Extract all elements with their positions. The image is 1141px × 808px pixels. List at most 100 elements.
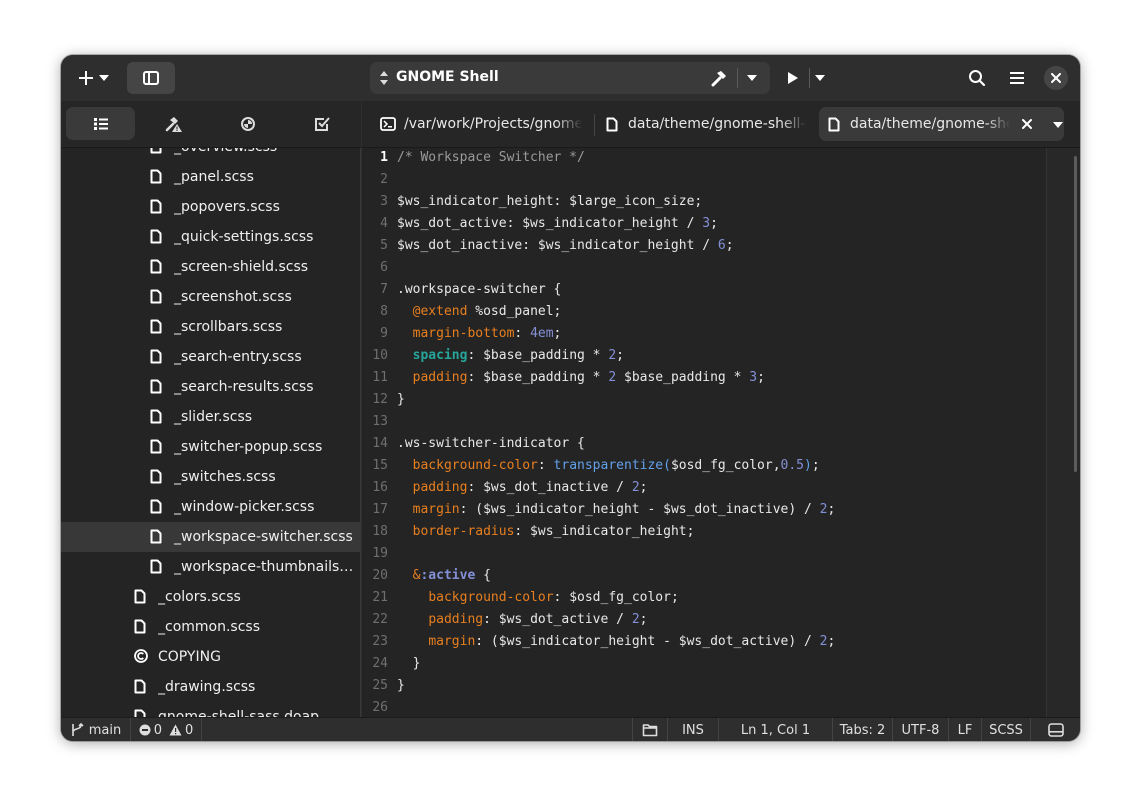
- git-branch-button[interactable]: main: [61, 718, 131, 741]
- toggle-panel-button[interactable]: [1031, 718, 1080, 741]
- tab-common-scss[interactable]: data/theme/gnome-shell-sass/_common.scss: [597, 107, 807, 141]
- code-token: : $ws_dot_inactive /: [467, 480, 632, 495]
- tree-item[interactable]: _colors.scss: [61, 582, 361, 612]
- tree-item[interactable]: _overview.scss: [61, 148, 361, 162]
- tree-item[interactable]: _quick-settings.scss: [61, 222, 361, 252]
- new-document-menu-button[interactable]: [69, 62, 119, 94]
- search-button[interactable]: [961, 62, 993, 94]
- file-icon: [150, 379, 164, 395]
- sidebar-tab-project-tree[interactable]: [66, 107, 135, 140]
- run-button[interactable]: [778, 62, 808, 94]
- toggle-sidebar-button[interactable]: [127, 62, 175, 94]
- chevron-down-icon: [814, 74, 826, 82]
- code-token: margin-bottom: [412, 326, 515, 341]
- sidebar-tab-todo[interactable]: [287, 107, 356, 140]
- code-token: padding: [412, 480, 468, 495]
- open-folder-button[interactable]: [632, 718, 668, 741]
- tree-item[interactable]: _workspace-thumbnails.scss: [61, 552, 361, 582]
- cursor-position[interactable]: Ln 1, Col 1: [719, 718, 833, 741]
- tree-item[interactable]: _search-results.scss: [61, 372, 361, 402]
- tree-item[interactable]: _popovers.scss: [61, 192, 361, 222]
- tree-item[interactable]: _switcher-popup.scss: [61, 432, 361, 462]
- file-icon: [134, 589, 148, 605]
- file-icon: [150, 409, 164, 425]
- tree-item-label: gnome-shell-sass.doap: [158, 709, 320, 717]
- hammer-icon: [710, 69, 728, 87]
- insert-mode[interactable]: INS: [668, 718, 719, 741]
- code-line: 5 $ws_dot_inactive: $ws_indicator_height …: [362, 235, 1052, 257]
- code-token: : $ws_dot_active /: [483, 612, 632, 627]
- language-button[interactable]: SCSS: [982, 718, 1031, 741]
- tabs-overflow-button[interactable]: [1052, 121, 1064, 129]
- tree-item[interactable]: _search-entry.scss: [61, 342, 361, 372]
- line-number: 22: [372, 612, 388, 627]
- code-token: $osd_fg_color,: [670, 458, 781, 473]
- tree-item[interactable]: _workspace-switcher.scss: [61, 522, 361, 552]
- close-window-button[interactable]: [1044, 66, 1068, 90]
- tree-item[interactable]: _screenshot.scss: [61, 282, 361, 312]
- tree-item[interactable]: _switches.scss: [61, 462, 361, 492]
- sidebar-tabs: [61, 101, 361, 148]
- tab-workspace-switcher-scss[interactable]: data/theme/gnome-shell-sass/widgets/_wor…: [819, 107, 1064, 141]
- tree-item[interactable]: _scrollbars.scss: [61, 312, 361, 342]
- app-window: GNOME Shell _panel.scss _popovers.scss _…: [61, 55, 1080, 741]
- tab-terminal[interactable]: /var/work/Projects/gnome-shell: [372, 107, 582, 141]
- code-token: 2: [631, 612, 640, 627]
- code-editor[interactable]: 1/* Workspace Switcher */2 3 $ws_indicator…: [362, 148, 1080, 717]
- updown-icon: [379, 70, 389, 86]
- build-menu-button[interactable]: [746, 74, 758, 82]
- sidebar-tab-build[interactable]: [139, 107, 208, 140]
- diagnostics-button[interactable]: 0 0: [131, 718, 202, 741]
- encoding-button[interactable]: UTF-8: [893, 718, 949, 741]
- build-target-selector[interactable]: GNOME Shell: [370, 62, 770, 94]
- tree-item[interactable]: _slider.scss: [61, 402, 361, 432]
- run-menu-button[interactable]: [809, 62, 831, 94]
- document-tabs: /var/work/Projects/gnome-shell data/them…: [362, 101, 1080, 148]
- code-token: 3: [749, 370, 758, 385]
- code-line: 10 spacing: $base_padding * 2;: [362, 345, 1052, 367]
- tree-item[interactable]: _drawing.scss: [61, 672, 361, 702]
- file-icon: [150, 529, 164, 545]
- tree-item[interactable]: COPYING: [61, 642, 361, 672]
- line-number: 13: [372, 414, 388, 429]
- tab-label: data/theme/gnome-shell-sass/_common.scss: [628, 116, 807, 132]
- tree-item[interactable]: _window-picker.scss: [61, 492, 361, 522]
- line-ending-button[interactable]: LF: [949, 718, 982, 741]
- play-icon: [787, 71, 799, 85]
- code-token: 2: [608, 348, 617, 363]
- branch-name: main: [88, 722, 122, 738]
- sidebar-tab-symbols[interactable]: [213, 107, 282, 140]
- close-tab-button[interactable]: [1022, 119, 1032, 129]
- tree-item[interactable]: gnome-shell-sass.doap: [61, 702, 361, 717]
- line-number: 25: [372, 678, 388, 693]
- code-line: 18 border-radius: $ws_indicator_height;: [362, 521, 1052, 543]
- line-number: 14: [372, 436, 388, 451]
- code-line: 11 padding: $base_padding * 2 $base_padd…: [362, 367, 1052, 389]
- code-line: 19: [362, 543, 1052, 565]
- code-line: 20 &:active {: [362, 565, 1052, 587]
- code-line: 13: [362, 411, 1052, 433]
- build-warning-icon: [165, 115, 183, 133]
- line-number: 19: [372, 546, 388, 561]
- main-menu-button[interactable]: [1001, 62, 1033, 94]
- tree-item[interactable]: _panel.scss: [61, 162, 361, 192]
- build-button[interactable]: [710, 69, 728, 87]
- warning-count: 0: [185, 722, 194, 738]
- indentation-button[interactable]: Tabs: 2: [833, 718, 893, 741]
- chevron-down-icon: [98, 74, 110, 82]
- sidebar: _overview.scss _panel.scss _popovers.scss _…: [61, 101, 361, 717]
- tree-item[interactable]: _common.scss: [61, 612, 361, 642]
- tree-item-label: _window-picker.scss: [174, 499, 315, 515]
- code-token: padding: [428, 612, 484, 627]
- branch-icon: [70, 723, 84, 737]
- code-token: 0.5: [780, 458, 805, 473]
- code-line: 8 @extend %osd_panel;: [362, 301, 1052, 323]
- vertical-scrollbar[interactable]: [1074, 156, 1077, 472]
- file-icon: [134, 619, 148, 635]
- folder-icon: [642, 723, 658, 737]
- tree-item[interactable]: _screen-shield.scss: [61, 252, 361, 282]
- status-bar: main 0 0 INS Ln 1, Col 1 Tabs: 2 UTF-8 L…: [61, 717, 1080, 741]
